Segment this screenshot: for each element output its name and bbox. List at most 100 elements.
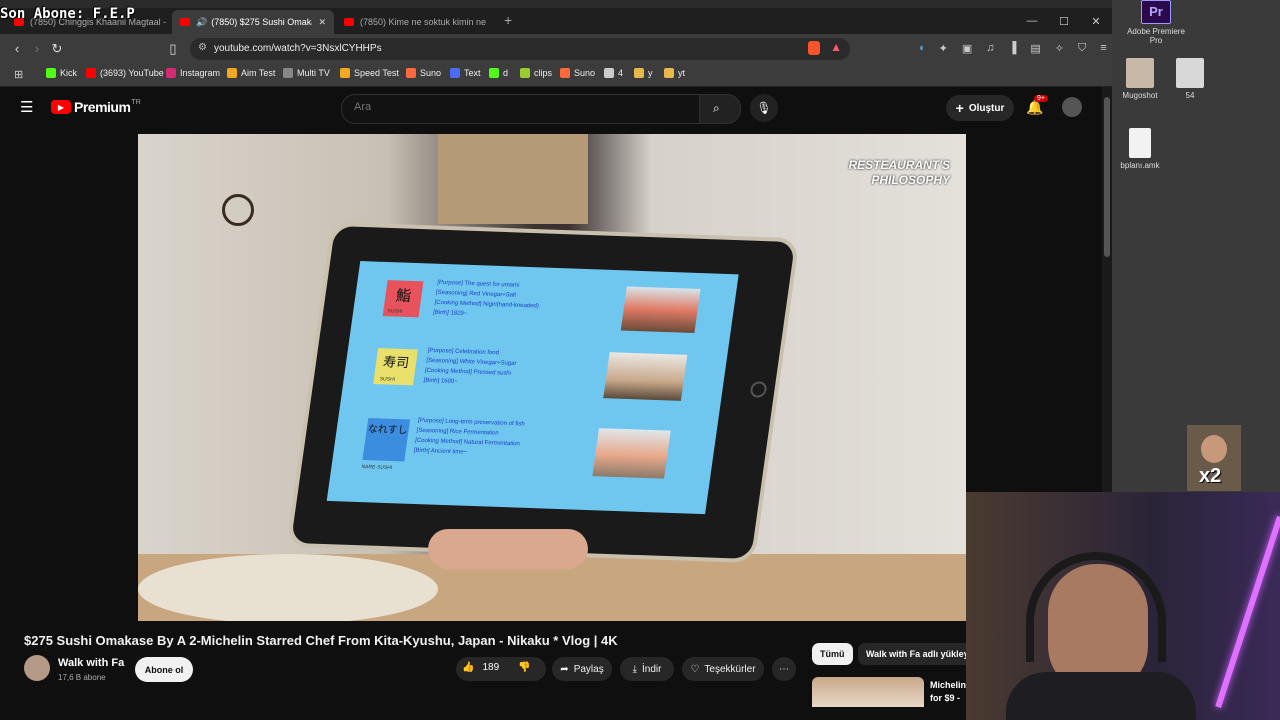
hamburger-menu-icon[interactable]: ☰	[20, 98, 33, 116]
speaker-icon: 🔊	[196, 16, 208, 27]
bookmark-youtube[interactable]: (3693) YouTube	[86, 68, 164, 78]
close-icon[interactable]: ✕	[1080, 15, 1112, 28]
scrollbar-thumb[interactable]	[1104, 97, 1110, 257]
bookmark-d[interactable]: d	[489, 68, 508, 78]
bookmark-multi-tv[interactable]: Multi TV	[283, 68, 330, 78]
bookmark-instagram[interactable]: Instagram	[166, 68, 220, 78]
tab-2[interactable]: 🔊 (7850) $275 Sushi Omakase B ✕	[172, 10, 334, 34]
kick-icon	[46, 68, 56, 78]
thanks-button[interactable]: ♡ Teşekkürler	[682, 657, 764, 681]
bookmarks-bar: ⊞ Kick (3693) YouTube Instagram Aim Test…	[0, 64, 1112, 87]
youtube-logo[interactable]: ▶ Premium TR	[51, 99, 141, 115]
dislike-button[interactable]: 👎	[518, 662, 530, 673]
ai-icon[interactable]: ✧	[1055, 42, 1064, 55]
window-controls: — ☐ ✕	[1016, 8, 1112, 34]
premiere-icon: Pr	[1141, 0, 1171, 24]
notifications-button[interactable]: 🔔 9+	[1026, 95, 1048, 117]
desktop-icon-premiere[interactable]: Pr Adobe Premiere Pro	[1126, 0, 1186, 45]
channel-avatar[interactable]	[24, 655, 50, 681]
youtube-icon	[180, 18, 190, 26]
vpn-icon[interactable]: ⛉	[1078, 42, 1086, 55]
bookmark-text[interactable]: Text	[450, 68, 481, 78]
more-actions-button[interactable]: ⋯	[772, 657, 796, 681]
youtube-header: ☰ ▶ Premium TR ⌕ 🎙 + Oluştur 🔔 9+	[0, 87, 1102, 127]
bookmark-aim-test[interactable]: Aim Test	[227, 68, 275, 78]
photo-icon	[1126, 58, 1154, 88]
youtube-icon	[86, 68, 96, 78]
sushi-photo	[592, 428, 671, 479]
kanji-sub: SUSHI	[386, 308, 403, 315]
search-button[interactable]: ⌕	[699, 94, 741, 124]
tablet-row: 寿司 SUSHI [Purpose] Celebration food [Sea…	[370, 344, 718, 420]
brave-shield-icon[interactable]	[808, 41, 820, 55]
like-count: 189	[482, 662, 500, 673]
new-tab-button[interactable]: +	[504, 12, 512, 28]
bookmark-4[interactable]: 4	[604, 68, 623, 78]
bookmark-y[interactable]: y	[634, 68, 653, 78]
video-player[interactable]: RESTEAURANT'S PHILOSOPHY 鮨 SUSHI [Purpos…	[138, 134, 966, 621]
bookmark-icon[interactable]: ▯	[164, 40, 182, 58]
create-button[interactable]: + Oluştur	[946, 95, 1014, 121]
sidebar-icon[interactable]: ▐	[1009, 42, 1017, 55]
thumbs-up-icon: 👍	[462, 662, 475, 673]
site-info-icon[interactable]: ⚙	[198, 42, 207, 53]
kanji-text: 寿司	[381, 355, 410, 372]
share-icon: ➦	[560, 663, 569, 675]
reload-icon[interactable]: ↻	[48, 40, 66, 58]
chef-logo	[222, 194, 254, 226]
voice-search-button[interactable]: 🎙	[750, 94, 778, 122]
desktop-icon-label: Mugoshot	[1122, 91, 1158, 100]
bookmark-speed-test[interactable]: Speed Test	[340, 68, 399, 78]
clips-icon	[520, 68, 530, 78]
like-button[interactable]: 👍 189	[462, 662, 499, 673]
speed-test-icon	[340, 68, 350, 78]
bookmark-label: 4	[618, 68, 624, 78]
folder-icon	[634, 68, 644, 78]
address-bar[interactable]: ⚙ youtube.com/watch?v=3NsxlCYHHPs ▲	[190, 38, 850, 60]
bookmark-label: Instagram	[180, 68, 221, 78]
wallet-icon[interactable]: ▤	[1030, 42, 1040, 55]
instagram-icon	[166, 68, 176, 78]
close-tab-icon[interactable]: ✕	[312, 17, 326, 28]
bookmark-kick[interactable]: Kick	[46, 68, 77, 78]
back-icon[interactable]: ‹	[8, 40, 26, 58]
extension-icon[interactable]: ✦	[939, 42, 948, 55]
desktop-icon-54[interactable]: 54	[1160, 58, 1220, 100]
aim-test-icon	[227, 68, 237, 78]
channel-name[interactable]: Walk with Fa	[58, 657, 124, 669]
apps-icon[interactable]: ⊞	[14, 68, 23, 81]
maximize-icon[interactable]: ☐	[1048, 15, 1080, 28]
translate-icon[interactable]: ◖	[918, 42, 925, 55]
thumbs-down-icon: 👎	[518, 662, 531, 673]
subscriber-count: 17,6 B abone	[58, 673, 106, 682]
tab-3[interactable]: (7850) Kime ne soktuk kimin ne kuyr	[336, 10, 496, 34]
minimize-icon[interactable]: —	[1016, 15, 1048, 27]
forward-icon[interactable]: ›	[28, 40, 46, 58]
subscribe-button[interactable]: Abone ol	[135, 657, 193, 682]
bookmark-suno[interactable]: Suno	[406, 68, 441, 78]
filter-chip-all[interactable]: Tümü	[812, 643, 853, 665]
bookmark-suno-2[interactable]: Suno	[560, 68, 595, 78]
desktop-icon-file[interactable]: bplanı.amk	[1110, 128, 1170, 170]
share-button[interactable]: ➦ Paylaş	[552, 657, 612, 681]
tablet-row: 鮨 SUSHI [Purpose] The quest for umami [S…	[379, 276, 727, 352]
sushi-photo	[603, 352, 688, 401]
download-icon: ⤓	[632, 663, 637, 675]
caption-line-1: RESTEAURANT'S	[848, 158, 950, 172]
bookmark-clips[interactable]: clips	[520, 68, 552, 78]
search-input[interactable]	[352, 100, 686, 114]
download-button[interactable]: ⤓ İndir	[620, 657, 674, 681]
avatar[interactable]	[1062, 97, 1082, 117]
kanji-text: 鮨	[394, 286, 413, 305]
microphone-icon: 🎙	[756, 101, 772, 115]
bookmark-yt[interactable]: yt	[664, 68, 685, 78]
music-icon[interactable]: ♫	[986, 42, 994, 55]
menu-icon[interactable]: ≡	[1100, 42, 1106, 55]
filter-chip-channel[interactable]: Walk with Fa adlı yükley	[858, 643, 966, 665]
recommended-title: Michelin	[930, 680, 967, 690]
last-subscriber-overlay: Son Abone: F.E.P	[0, 6, 135, 22]
screenshot-icon[interactable]: ▣	[962, 42, 972, 55]
desktop-icon-label: 54	[1185, 91, 1195, 100]
sticker: x2	[1187, 425, 1241, 491]
rewards-icon[interactable]: ▲	[830, 40, 842, 54]
